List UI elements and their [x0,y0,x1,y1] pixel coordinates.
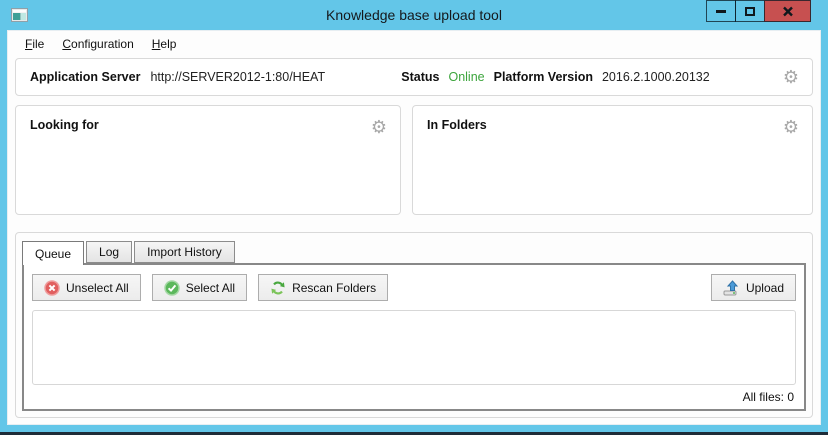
queue-toolbar: Unselect All Select All [32,274,796,301]
menu-item-configuration[interactable]: Configuration [53,33,142,55]
menubar: File Configuration Help [8,31,820,56]
platform-version-label: Platform Version [494,70,593,84]
server-settings-gear-icon[interactable] [780,68,802,86]
unselect-all-label: Unselect All [66,281,129,295]
rescan-folders-button[interactable]: Rescan Folders [258,274,388,301]
minimize-dash-icon [716,10,726,13]
upload-button[interactable]: Upload [711,274,796,301]
unselect-all-button[interactable]: Unselect All [32,274,141,301]
tab-import-history[interactable]: Import History [134,241,235,263]
application-server-group: Application Server http://SERVER2012-1:8… [30,70,401,84]
maximize-box-icon [745,7,755,16]
status-group: Status Online Platform Version 2016.2.10… [401,70,780,84]
select-all-button[interactable]: Select All [152,274,247,301]
tab-queue-label: Queue [35,247,71,261]
window-controls [707,0,811,22]
green-circle-check-icon [164,280,180,296]
application-server-label: Application Server [30,70,140,84]
blue-upload-arrow-icon [723,280,740,296]
application-server-value: http://SERVER2012-1:80/HEAT [150,70,325,84]
in-folders-title: In Folders [427,118,780,132]
tab-import-history-label: Import History [147,245,222,259]
queue-tab-content: Unselect All Select All [22,263,806,411]
tab-log[interactable]: Log [86,241,132,263]
titlebar: Knowledge base upload tool [7,0,821,30]
maximize-button[interactable] [735,0,765,22]
looking-for-panel: Looking for [15,105,401,215]
window-title: Knowledge base upload tool [7,7,821,23]
red-circle-x-icon [44,280,60,296]
green-sync-arrows-icon [270,280,286,296]
looking-for-settings-gear-icon[interactable] [368,118,390,136]
menu-item-help[interactable]: Help [143,33,186,55]
queue-file-list[interactable] [32,310,796,385]
close-x-icon [782,6,794,17]
status-label: Status [401,70,439,84]
in-folders-panel: In Folders [412,105,813,215]
tab-log-label: Log [99,245,119,259]
filter-panels-row: Looking for In Folders [15,105,813,215]
menu-item-file[interactable]: File [16,33,53,55]
server-info-panel: Application Server http://SERVER2012-1:8… [15,58,813,96]
close-button[interactable] [764,0,811,22]
all-files-counter: All files: 0 [743,390,794,404]
looking-for-title: Looking for [30,118,368,132]
in-folders-settings-gear-icon[interactable] [780,118,802,136]
app-icon [11,8,28,22]
minimize-button[interactable] [706,0,736,22]
select-all-label: Select All [186,281,235,295]
platform-version-value: 2016.2.1000.20132 [602,70,710,84]
client-area: File Configuration Help Application Serv… [7,30,821,425]
rescan-folders-label: Rescan Folders [292,281,376,295]
app-window: Knowledge base upload tool File Configur… [0,0,828,435]
tab-queue[interactable]: Queue [22,241,84,265]
upload-label: Upload [746,281,784,295]
queue-footer: All files: 0 [32,385,796,407]
tabstrip: Queue Log Import History [22,239,806,263]
status-value: Online [448,70,484,84]
queue-tab-group: Queue Log Import History [15,232,813,418]
